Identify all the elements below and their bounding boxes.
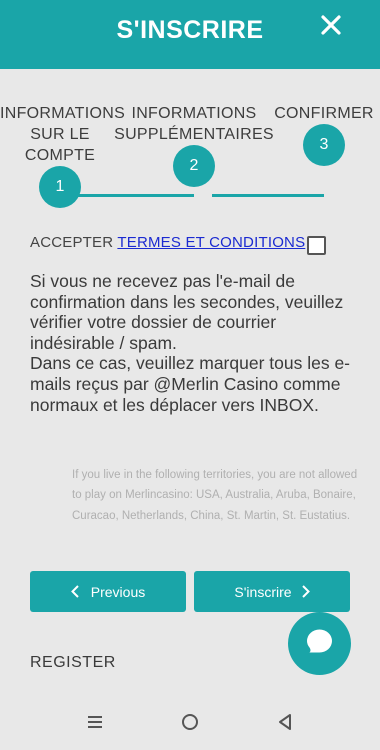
register-button-label: S'inscrire bbox=[234, 583, 292, 600]
step-2-circle[interactable]: 2 bbox=[173, 145, 215, 187]
progress-bar-segment-2 bbox=[212, 194, 324, 197]
close-icon[interactable] bbox=[320, 14, 342, 36]
accept-terms-checkbox[interactable] bbox=[307, 236, 326, 255]
terms-link[interactable]: TERMES ET CONDITIONS bbox=[117, 234, 305, 251]
step-3-circle[interactable]: 3 bbox=[303, 124, 345, 166]
register-link[interactable]: REGISTER bbox=[30, 654, 116, 672]
message-paragraph-1: Si vous ne recevez pas l'e-mail de confi… bbox=[30, 271, 344, 353]
back-triangle-icon[interactable] bbox=[273, 710, 297, 734]
step-1-circle[interactable]: 1 bbox=[39, 166, 81, 208]
confirmation-message: Si vous ne recevez pas l'e-mail de confi… bbox=[30, 271, 360, 415]
chat-bubble-icon[interactable] bbox=[288, 612, 351, 675]
message-paragraph-2: Dans ce cas, veuillez marquer tous les e… bbox=[30, 353, 350, 415]
accept-label: ACCEPTER bbox=[30, 234, 114, 251]
progress-bar-segment-1 bbox=[60, 194, 194, 197]
step-1-label: INFORMATIONS SUR LE COMPTE bbox=[0, 105, 126, 164]
step-2-label: INFORMATIONS SUPPLÉMENTAIRES bbox=[114, 105, 274, 143]
chevron-left-icon bbox=[70, 585, 79, 598]
header-bar: S'INSCRIRE bbox=[0, 0, 380, 69]
chevron-right-icon bbox=[301, 585, 310, 598]
system-navigation-bar bbox=[0, 700, 380, 750]
territories-notice: If you live in the following territories… bbox=[72, 469, 358, 522]
previous-button[interactable]: Previous bbox=[30, 571, 186, 612]
previous-button-label: Previous bbox=[90, 583, 146, 600]
home-circle-icon[interactable] bbox=[178, 710, 202, 734]
register-button[interactable]: S'inscrire bbox=[194, 571, 350, 612]
step-3-label: CONFIRMER bbox=[274, 105, 374, 122]
accept-terms-row: ACCEPTER TERMES ET CONDITIONS bbox=[30, 234, 305, 251]
menu-icon[interactable] bbox=[83, 710, 107, 734]
